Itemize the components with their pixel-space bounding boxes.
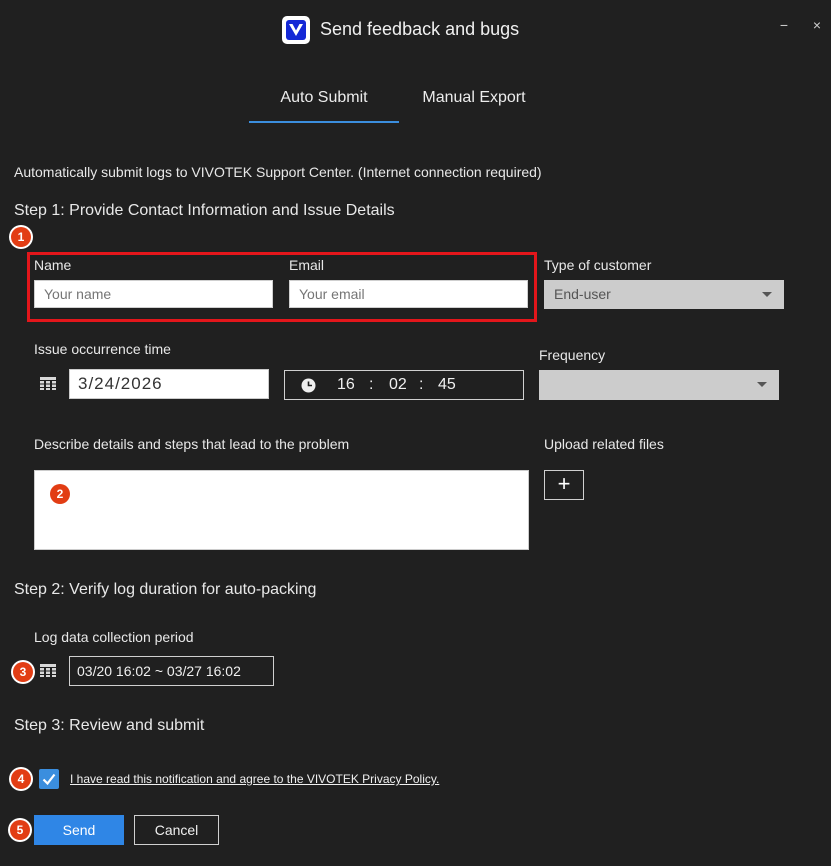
chevron-down-icon: [757, 382, 767, 387]
email-label: Email: [289, 257, 325, 273]
app-logo: [282, 16, 310, 44]
name-label: Name: [34, 257, 72, 273]
step1-badge: 1: [11, 227, 31, 247]
chevron-down-icon: [762, 292, 772, 297]
time-second[interactable]: 45: [438, 376, 456, 394]
log-period-input[interactable]: 03/20 16:02 ~ 03/27 16:02: [69, 656, 274, 686]
send-button[interactable]: Send: [34, 815, 124, 845]
frequency-label: Frequency: [539, 347, 606, 363]
active-tab-indicator: [249, 121, 399, 123]
describe-label: Describe details and steps that lead to …: [34, 436, 350, 452]
step3-buttons-badge: 5: [10, 820, 30, 840]
upload-add-button[interactable]: +: [544, 470, 584, 500]
calendar-icon[interactable]: [40, 664, 56, 677]
checkmark-icon: [42, 773, 56, 786]
step1-heading: Step 1: Provide Contact Information and …: [14, 202, 395, 219]
time-separator: :: [369, 376, 374, 393]
email-input[interactable]: [289, 280, 528, 308]
customer-type-value: End-user: [554, 286, 611, 302]
describe-textarea[interactable]: [34, 470, 529, 550]
intro-text: Automatically submit logs to VIVOTEK Sup…: [14, 164, 542, 180]
customer-type-label: Type of customer: [544, 257, 652, 273]
privacy-policy-link[interactable]: I have read this notification and agree …: [70, 772, 439, 786]
time-hour[interactable]: 16: [337, 376, 355, 394]
time-separator: :: [419, 376, 424, 393]
calendar-icon[interactable]: [40, 377, 56, 390]
customer-type-select[interactable]: End-user: [544, 280, 784, 309]
clock-icon: [301, 378, 316, 393]
close-button[interactable]: ×: [808, 16, 826, 34]
period-label: Log data collection period: [34, 629, 194, 645]
issue-time-label: Issue occurrence time: [34, 341, 171, 357]
time-minute[interactable]: 02: [389, 376, 407, 394]
window-title: Send feedback and bugs: [320, 19, 520, 39]
step3-checkbox-badge: 4: [11, 769, 31, 789]
agree-checkbox[interactable]: [39, 769, 59, 789]
upload-label: Upload related files: [544, 436, 664, 452]
step2-heading: Step 2: Verify log duration for auto-pac…: [14, 581, 317, 598]
vivotek-v-icon: [286, 20, 306, 40]
frequency-select[interactable]: [539, 370, 779, 400]
minimize-button[interactable]: −: [775, 16, 793, 34]
step2-badge: 3: [13, 662, 33, 682]
tab-auto-submit[interactable]: Auto Submit: [249, 89, 399, 107]
name-input[interactable]: [34, 280, 273, 308]
cancel-button[interactable]: Cancel: [134, 815, 219, 845]
describe-badge: 2: [50, 484, 70, 504]
step3-heading: Step 3: Review and submit: [14, 717, 205, 734]
tab-manual-export[interactable]: Manual Export: [399, 89, 549, 107]
issue-date-input[interactable]: 3/24/2026: [69, 369, 269, 399]
issue-time-input[interactable]: 16 : 02 : 45: [284, 370, 524, 400]
